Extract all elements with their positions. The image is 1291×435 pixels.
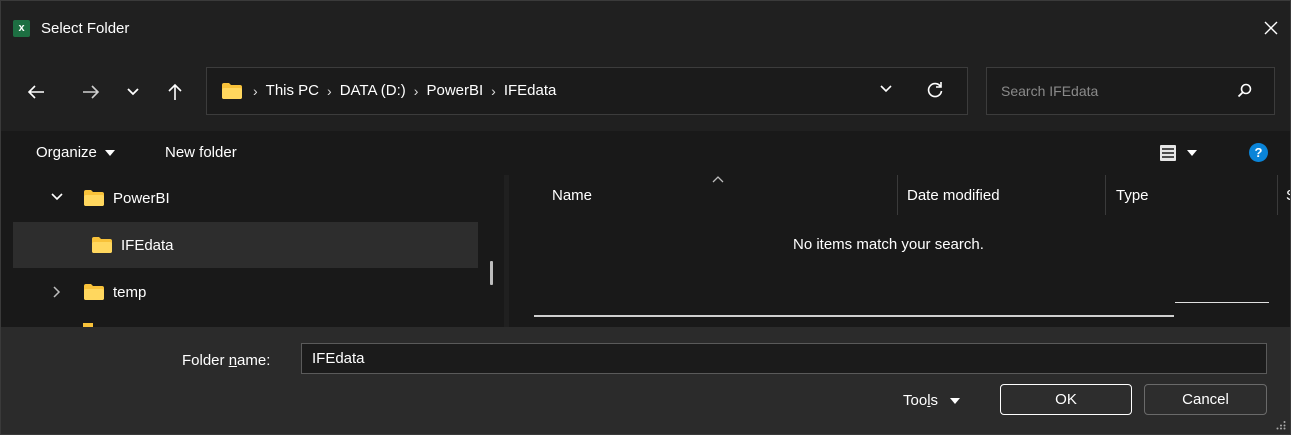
- up-button[interactable]: [160, 78, 190, 106]
- breadcrumb-this-pc[interactable]: This PC: [266, 82, 319, 99]
- navigation-pane[interactable]: PowerBI IFEdata temp: [1, 175, 504, 327]
- breadcrumb-ifedata[interactable]: IFEdata: [504, 82, 557, 99]
- folder-icon: [84, 284, 104, 300]
- breadcrumb: › This PC › DATA (D:) › PowerBI › IFEdat…: [253, 82, 556, 99]
- folder-icon: [92, 237, 112, 253]
- title-bar: x Select Folder: [1, 1, 1290, 53]
- breadcrumb-data-drive[interactable]: DATA (D:): [340, 82, 406, 99]
- tools-label-suffix: s: [930, 392, 939, 409]
- refresh-icon[interactable]: [925, 80, 945, 100]
- address-bar[interactable]: › This PC › DATA (D:) › PowerBI › IFEdat…: [206, 67, 968, 115]
- breadcrumb-separator: ›: [327, 82, 332, 99]
- organize-button[interactable]: Organize: [36, 144, 115, 161]
- folder-name-label-suffix: ame:: [237, 352, 271, 369]
- folder-icon: [222, 83, 242, 99]
- resize-grip-icon[interactable]: [1276, 420, 1286, 430]
- window-title: Select Folder: [41, 20, 130, 37]
- caret-down-icon: [950, 397, 961, 404]
- organize-label: Organize: [36, 144, 97, 161]
- navigation-bar: › This PC › DATA (D:) › PowerBI › IFEdat…: [1, 53, 1290, 131]
- chevron-down-icon: [127, 88, 139, 96]
- command-bar: Organize New folder ?: [1, 131, 1290, 175]
- close-icon: [1264, 21, 1278, 35]
- new-folder-button[interactable]: New folder: [165, 144, 237, 161]
- tools-label: Tools: [903, 392, 938, 409]
- column-header-name[interactable]: Name: [552, 187, 592, 204]
- column-header-date-modified[interactable]: Date modified: [907, 187, 1000, 204]
- column-separator[interactable]: [1105, 175, 1106, 215]
- tree-item-ifedata[interactable]: IFEdata: [13, 222, 478, 268]
- cancel-button[interactable]: Cancel: [1144, 384, 1267, 415]
- folder-name-label-hotkey: n: [228, 352, 238, 369]
- breadcrumb-powerbi[interactable]: PowerBI: [426, 82, 483, 99]
- change-view-button[interactable]: [1159, 144, 1197, 162]
- breadcrumb-separator: ›: [253, 82, 258, 99]
- arrow-up-icon: [168, 83, 182, 100]
- tools-label-prefix: Too: [903, 392, 928, 409]
- arrow-left-icon: [27, 85, 44, 99]
- empty-message: No items match your search.: [793, 236, 984, 253]
- column-separator[interactable]: [897, 175, 898, 215]
- forward-button[interactable]: [76, 78, 106, 106]
- navigation-pane-scrollbar[interactable]: [490, 261, 493, 285]
- close-button[interactable]: [1254, 11, 1288, 45]
- column-header-type[interactable]: Type: [1116, 187, 1149, 204]
- ok-button[interactable]: OK: [1000, 384, 1132, 415]
- select-folder-dialog: x Select Folder › This PC › DATA (D:) › …: [0, 0, 1291, 435]
- file-list-pane[interactable]: Name Date modified Type S No items match…: [509, 175, 1290, 327]
- chevron-right-icon[interactable]: [53, 286, 61, 298]
- folder-name-input[interactable]: [301, 343, 1267, 374]
- tree-item-powerbi[interactable]: PowerBI: [13, 175, 478, 221]
- sort-ascending-icon: [712, 176, 724, 183]
- horizontal-scrollbar[interactable]: [534, 315, 1174, 317]
- details-view-icon: [1160, 145, 1176, 161]
- tools-button[interactable]: Tools: [903, 392, 961, 409]
- tree-item-label: temp: [113, 284, 147, 301]
- help-icon[interactable]: ?: [1249, 143, 1268, 162]
- column-separator[interactable]: [1277, 175, 1278, 215]
- folder-name-label-prefix: Folder: [182, 352, 229, 369]
- breadcrumb-separator: ›: [491, 82, 496, 99]
- search-icon[interactable]: [1236, 82, 1254, 100]
- arrow-right-icon: [83, 85, 100, 99]
- caret-down-icon: [104, 149, 115, 156]
- recent-locations-button[interactable]: [118, 78, 148, 106]
- breadcrumb-separator: ›: [413, 82, 419, 99]
- excel-app-icon: x: [13, 20, 34, 37]
- column-header-size[interactable]: S: [1286, 187, 1290, 204]
- back-button[interactable]: [21, 78, 51, 106]
- search-box[interactable]: Search IFEdata: [986, 67, 1275, 115]
- tree-item-label: PowerBI: [113, 190, 170, 207]
- caret-down-icon: [1187, 150, 1197, 156]
- chevron-down-icon[interactable]: [879, 84, 893, 94]
- tree-item-label: IFEdata: [121, 237, 174, 254]
- tree-item-temp[interactable]: temp: [13, 269, 478, 315]
- folder-name-label: Folder name:: [182, 352, 270, 369]
- dialog-footer: Folder name: Tools OK Cancel: [1, 327, 1290, 434]
- search-placeholder: Search IFEdata: [1001, 83, 1099, 99]
- horizontal-scrollbar-track: [1175, 302, 1269, 303]
- chevron-down-icon[interactable]: [51, 193, 63, 201]
- folder-icon: [84, 190, 104, 206]
